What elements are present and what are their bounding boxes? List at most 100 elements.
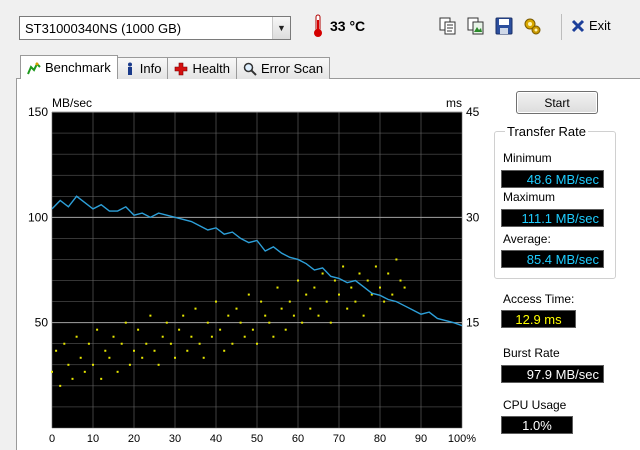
tab-error-scan[interactable]: Error Scan [236,57,331,79]
access-time-point [63,342,66,345]
toolbar: ST31000340NS (1000 GB) ▼ 33 °C Exit [0,0,640,52]
right-tick-label: 45 [466,105,480,119]
access-time-point [272,335,275,338]
access-time-point [260,300,263,303]
x-tick-label: 0 [49,433,55,445]
access-time-point [223,349,226,352]
access-time-point [206,321,209,324]
access-time-point [342,265,345,268]
access-time-point [313,286,316,289]
access-time-point [391,293,394,296]
access-time-point [87,342,90,345]
access-time-point [350,286,353,289]
access-time-point [169,342,172,345]
access-time-point [288,300,291,303]
tab-info[interactable]: Info [116,57,169,79]
access-time-point [292,314,295,317]
save-icon[interactable] [494,16,514,36]
close-icon [571,19,585,32]
x-tick-label: 70 [333,433,345,445]
access-time-point [202,356,205,359]
exit-button[interactable]: Exit [571,18,611,33]
access-time-point [264,314,267,317]
access-time-point [374,265,377,268]
copy-text-icon[interactable] [438,16,458,36]
access-time-point [235,307,238,310]
access-time-point [75,335,78,338]
right-tick-label: 30 [466,210,480,224]
info-icon [127,62,132,75]
start-button[interactable]: Start [516,91,598,114]
drive-select[interactable]: ST31000340NS (1000 GB) ▼ [19,16,291,40]
access-time-point [112,335,115,338]
health-cross-icon [175,62,188,75]
tab-label: Error Scan [261,61,324,76]
access-time-point [178,328,181,331]
transfer-rate-title: Transfer Rate [505,124,588,139]
access-time-point [145,342,148,345]
access-time-point [182,314,185,317]
x-tick-label: 10 [87,433,99,445]
access-time-point [186,349,189,352]
access-time-point [309,307,312,310]
left-tick-label: 100 [28,210,48,224]
access-time-point [215,300,217,303]
access-time-point [284,328,287,331]
access-time-point [92,363,94,366]
toolbar-separator [561,14,562,40]
access-time-point [403,286,406,289]
x-tick-label: 50 [251,433,263,445]
benchmark-chart: 0 10 20 30 40 50 60 70 80 90 100% 150 100 50 45 30 15 MB… [0,90,500,450]
x-tick-label: 30 [169,433,181,445]
access-time-point [128,363,131,366]
options-icon[interactable] [522,16,542,36]
toolbar-icons [438,16,542,36]
access-time-point [239,321,242,324]
access-time-point [161,335,164,338]
average-label: Average: [503,232,551,246]
x-tick-label: 20 [128,433,140,445]
drive-select-value: ST31000340NS (1000 GB) [25,20,182,36]
access-time-label: Access Time: [503,292,575,306]
access-time-point [149,314,152,317]
access-time-point [387,272,390,275]
average-value: 85.4 MB/sec [501,250,604,268]
burst-rate-value: 97.9 MB/sec [501,365,604,383]
access-time-point [141,356,144,359]
access-time-point [157,363,160,366]
chevron-down-icon[interactable]: ▼ [272,17,290,39]
x-tick-label: 40 [210,433,222,445]
magnifier-icon [243,62,257,76]
x-tick-label: 100% [448,433,476,445]
access-time-point [194,307,197,310]
tab-label: Info [139,61,162,76]
temperature-readout: 33 °C [312,14,365,38]
access-time-point [174,356,176,359]
access-time-point [362,314,365,317]
access-time-point [317,314,320,317]
access-time-point [55,349,58,352]
access-time-point [399,279,402,282]
access-time-point [108,356,111,359]
access-time-value: 12.9 ms [501,310,576,328]
tab-label: Health [192,61,231,76]
cpu-usage-label: CPU Usage [503,398,567,412]
access-time-point [305,293,308,296]
access-time-point [358,272,361,275]
cpu-usage-value: 1.0% [501,416,573,434]
access-time-point [321,272,324,275]
thermometer-icon [314,14,322,37]
left-tick-label: 50 [35,316,49,330]
access-time-point [354,300,357,303]
tab-health[interactable]: Health [167,57,238,79]
access-time-point [346,307,349,310]
access-time-point [366,279,369,282]
chart-svg: 0 10 20 30 40 50 60 70 80 90 100% 150 100 50 45 30 15 MB… [28,96,480,445]
exit-label: Exit [589,18,611,33]
minimum-label: Minimum [503,151,552,165]
access-time-point [67,363,70,366]
access-time-point [165,321,168,324]
tab-benchmark[interactable]: Benchmark [20,55,118,79]
access-time-point [329,321,332,324]
copy-image-icon[interactable] [466,16,486,36]
